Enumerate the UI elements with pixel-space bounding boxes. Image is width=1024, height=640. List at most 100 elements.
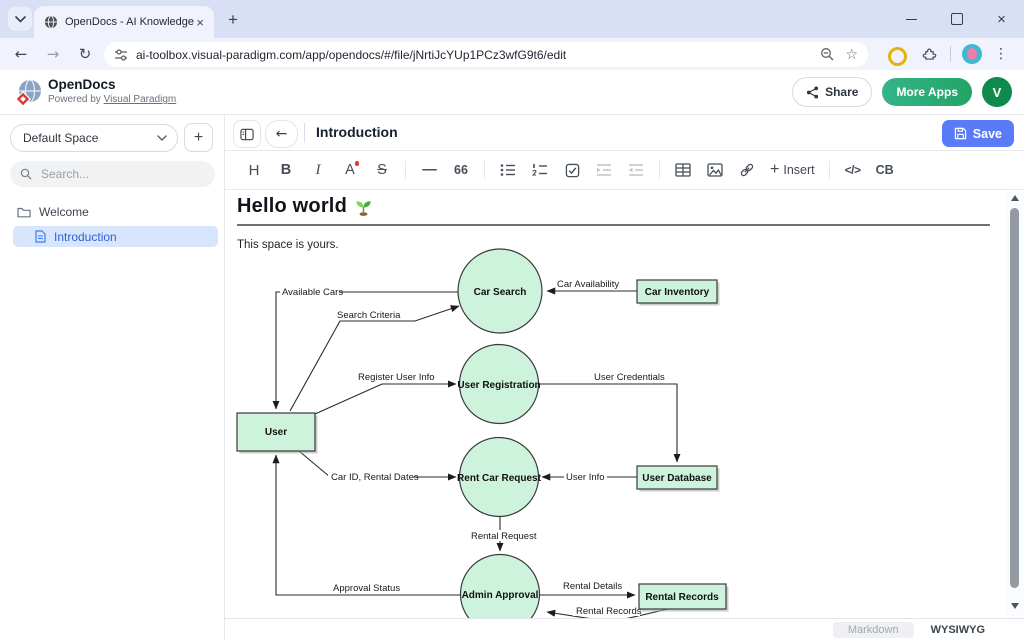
outdent-icon bbox=[628, 163, 644, 177]
bold-button[interactable]: B bbox=[274, 158, 298, 182]
font-color-dot bbox=[355, 161, 360, 166]
checkbox-icon bbox=[565, 163, 580, 178]
zoom-out-icon[interactable] bbox=[820, 47, 835, 62]
indent-button[interactable] bbox=[592, 158, 616, 182]
editor-mode-bar: Markdown WYSIWYG bbox=[225, 618, 1024, 640]
browser-navbar: ← → ↻ ai-toolbox.visual-paradigm.com/app… bbox=[0, 38, 1024, 70]
numbered-list-button[interactable] bbox=[528, 158, 552, 182]
seedling-emoji bbox=[354, 197, 373, 216]
search-input[interactable] bbox=[39, 166, 183, 182]
insert-button[interactable]: + Insert bbox=[767, 161, 818, 179]
window-minimize-button[interactable] bbox=[889, 0, 934, 38]
browser-menu-icon[interactable]: ⋮ bbox=[994, 46, 1008, 62]
dfd-diagram[interactable]: User Car Search User Registration Rent C… bbox=[225, 248, 1006, 618]
edge-user-credentials-line bbox=[538, 384, 677, 462]
outdent-button[interactable] bbox=[624, 158, 648, 182]
save-label: Save bbox=[973, 127, 1002, 141]
back-button[interactable]: ← bbox=[265, 120, 298, 148]
address-bar[interactable]: ai-toolbox.visual-paradigm.com/app/opend… bbox=[104, 42, 868, 67]
italic-button[interactable]: I bbox=[306, 158, 330, 182]
tab-search-button[interactable] bbox=[8, 7, 32, 31]
scrollbar-thumb[interactable] bbox=[1010, 208, 1019, 588]
edge-label-approval-status: Approval Status bbox=[333, 583, 400, 594]
opendocs-logo bbox=[14, 78, 44, 108]
browser-tab[interactable]: OpenDocs - AI Knowledge Base × bbox=[34, 6, 214, 38]
toolbar-separator bbox=[659, 161, 660, 179]
reload-button[interactable]: ↻ bbox=[76, 45, 94, 63]
visual-paradigm-link[interactable]: Visual Paradigm bbox=[104, 94, 177, 105]
bullet-list-button[interactable] bbox=[496, 158, 520, 182]
screen: { "browser": { "tab_title": "OpenDocs - … bbox=[0, 0, 1024, 640]
edge-search-criteria-line bbox=[290, 306, 459, 411]
tree-item-label: Introduction bbox=[54, 230, 117, 244]
toggle-sidebar-button[interactable] bbox=[233, 120, 261, 148]
navbar-separator bbox=[950, 46, 951, 62]
edge-label-car-availability: Car Availability bbox=[557, 279, 619, 290]
window-maximize-button[interactable] bbox=[934, 0, 979, 38]
insert-link-button[interactable] bbox=[735, 158, 759, 182]
code-block-button[interactable]: CB bbox=[873, 158, 897, 182]
browser-tab-strip: OpenDocs - AI Knowledge Base × + × bbox=[0, 0, 1024, 38]
node-label-rental-records: Rental Records bbox=[645, 592, 719, 603]
edge-register-user-info-line bbox=[315, 384, 456, 414]
space-selector[interactable]: Default Space bbox=[10, 124, 178, 152]
chevron-down-icon bbox=[157, 135, 167, 141]
window-close-button[interactable]: × bbox=[979, 0, 1024, 38]
toolbar-separator bbox=[829, 161, 830, 179]
search-icon bbox=[20, 168, 32, 180]
maximize-icon bbox=[951, 13, 963, 25]
node-label-user-registration: User Registration bbox=[457, 380, 540, 391]
favicon-globe-icon bbox=[44, 15, 58, 29]
horizontal-rule-button[interactable]: — bbox=[417, 158, 441, 182]
more-apps-button[interactable]: More Apps bbox=[882, 78, 972, 106]
profile-avatar[interactable] bbox=[962, 44, 982, 64]
sidebar-item-introduction[interactable]: Introduction bbox=[13, 226, 218, 247]
folder-icon bbox=[17, 206, 31, 218]
new-tab-button[interactable]: + bbox=[222, 9, 244, 31]
edge-label-rental-details: Rental Details bbox=[563, 581, 622, 592]
document-icon bbox=[35, 230, 46, 243]
document-canvas[interactable]: Hello world This space is yours. bbox=[225, 190, 1006, 618]
extension-ring-icon[interactable] bbox=[888, 47, 907, 66]
edge-label-backplates bbox=[280, 286, 640, 616]
site-settings-icon bbox=[114, 48, 128, 62]
bookmark-star-icon[interactable]: ☆ bbox=[845, 47, 858, 63]
edge-label-user-credentials: User Credentials bbox=[594, 372, 665, 383]
sidebar-search[interactable] bbox=[10, 161, 215, 187]
node-label-car-search: Car Search bbox=[474, 287, 527, 298]
back-button[interactable]: ← bbox=[12, 45, 30, 63]
task-list-button[interactable] bbox=[560, 158, 584, 182]
mode-wysiwyg-button[interactable]: WYSIWYG bbox=[918, 622, 998, 638]
edge-label-rental-request: Rental Request bbox=[471, 531, 537, 542]
sidebar-item-welcome[interactable]: Welcome bbox=[0, 201, 225, 223]
editor-header: ← Introduction Save bbox=[225, 115, 1024, 151]
forward-button[interactable]: → bbox=[44, 45, 62, 63]
new-space-button[interactable]: + bbox=[184, 123, 213, 152]
blockquote-button[interactable]: 66 bbox=[449, 158, 473, 182]
tree-item-label: Welcome bbox=[39, 205, 89, 219]
document-title: Introduction bbox=[316, 124, 398, 140]
editor-scrollbar[interactable] bbox=[1006, 190, 1024, 618]
link-icon bbox=[739, 162, 755, 178]
indent-icon bbox=[596, 163, 612, 177]
space-selector-row: Default Space + bbox=[10, 123, 213, 152]
insert-image-button[interactable] bbox=[703, 158, 727, 182]
user-avatar[interactable]: V bbox=[982, 77, 1012, 107]
inline-code-button[interactable]: </> bbox=[841, 158, 865, 182]
tab-close-icon[interactable]: × bbox=[194, 16, 206, 29]
strikethrough-button[interactable]: S bbox=[370, 158, 394, 182]
share-button[interactable]: Share bbox=[792, 77, 872, 107]
app-name: OpenDocs bbox=[48, 77, 176, 92]
insert-table-button[interactable] bbox=[671, 158, 695, 182]
heading-button[interactable]: H bbox=[242, 158, 266, 182]
save-button[interactable]: Save bbox=[942, 120, 1014, 147]
extensions-puzzle-icon[interactable] bbox=[921, 46, 937, 62]
scroll-down-icon[interactable] bbox=[1011, 603, 1019, 609]
share-label: Share bbox=[825, 85, 858, 99]
scroll-up-icon[interactable] bbox=[1011, 195, 1019, 201]
edge-label-rental-records-flow: Rental Records bbox=[576, 606, 642, 617]
numbered-list-icon bbox=[532, 163, 548, 177]
font-color-button[interactable]: A bbox=[338, 158, 362, 182]
node-admin-approval bbox=[461, 555, 540, 619]
mode-markdown-button[interactable]: Markdown bbox=[833, 622, 914, 638]
